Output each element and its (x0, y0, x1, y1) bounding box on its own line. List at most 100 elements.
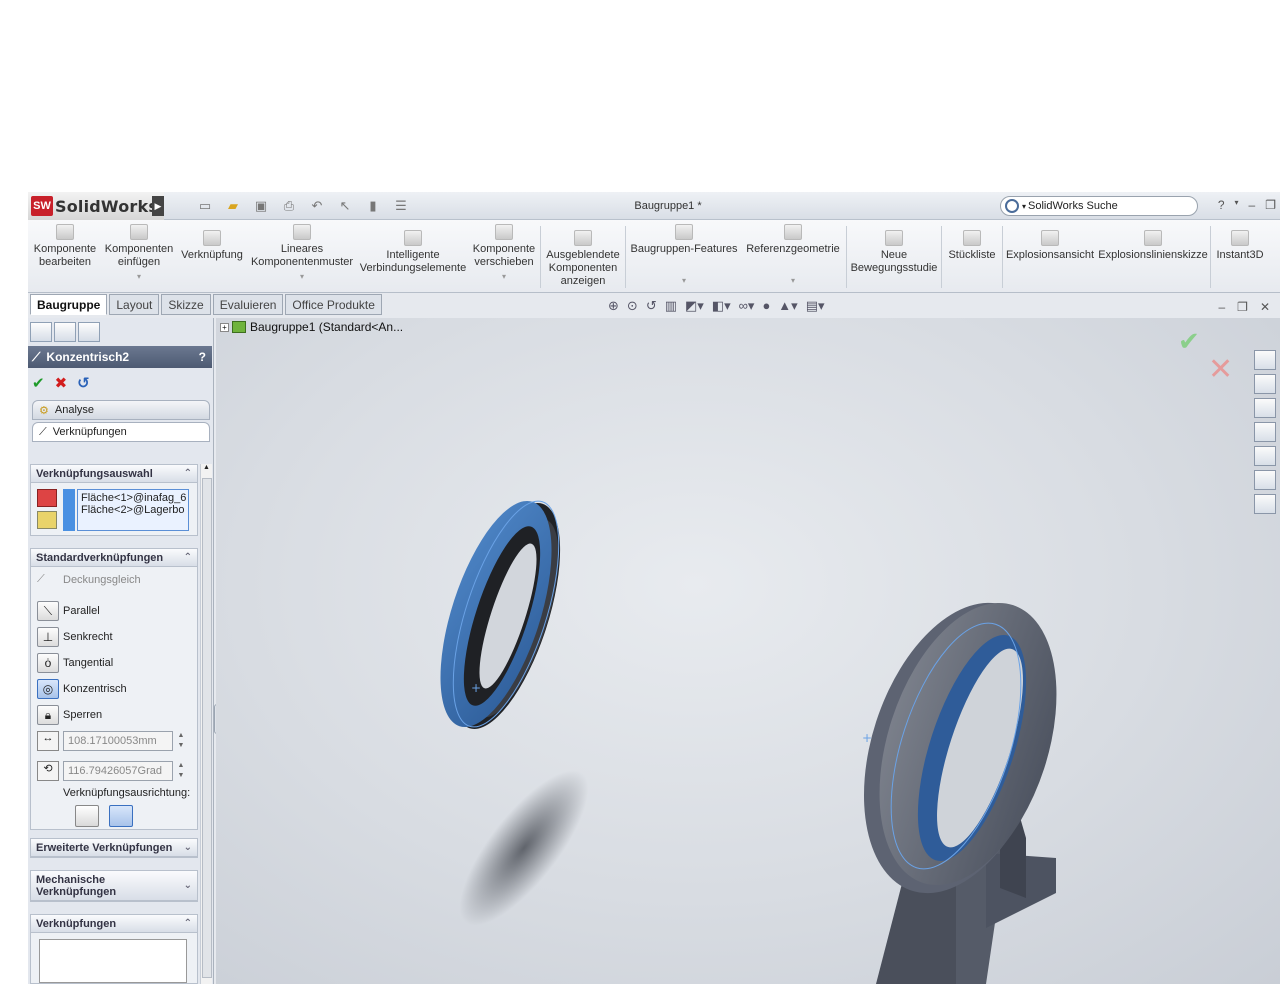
mate-parallel[interactable]: ⟍ Parallel (37, 601, 100, 621)
menu-flyout-icon[interactable]: ▶ (152, 196, 164, 216)
dropdown-icon[interactable]: ▾ (250, 270, 354, 283)
ribbon-button-4[interactable]: Intelligente Verbindungselemente (358, 230, 468, 275)
collapse-chevron-icon[interactable]: ⌃ (184, 918, 192, 929)
design-library-icon[interactable] (1254, 374, 1276, 394)
bearing-part[interactable]: + (418, 488, 583, 741)
file-explorer-icon[interactable] (1254, 398, 1276, 418)
zoom-to-fit-icon[interactable]: ⊕ (608, 298, 619, 314)
section-header[interactable]: Standardverknüpfungen ⌃ (31, 549, 197, 567)
feature-tree-flyout[interactable]: + Baugruppe1 (Standard<An... (220, 320, 403, 334)
tree-root-label[interactable]: Baugruppe1 (Standard<An... (250, 320, 403, 334)
help-icon[interactable]: ? (199, 350, 206, 364)
ribbon-button-9[interactable]: Neue Bewegungsstudie (850, 230, 938, 275)
help-dropdown-icon[interactable]: ▾ (1235, 198, 1239, 212)
angle-value-field[interactable]: 116.79426057Grad (63, 761, 173, 781)
ribbon-button-0[interactable]: Komponente bearbeiten (32, 224, 98, 269)
selection-item[interactable]: Fläche<2>@Lagerbo (81, 504, 185, 516)
print-icon[interactable]: ⎙ (278, 198, 300, 214)
edit-appearance-icon[interactable]: ● (762, 298, 770, 314)
hide-show-items-icon[interactable]: ∞▾ (739, 298, 755, 314)
property-manager-tab-icon[interactable] (54, 322, 76, 342)
confirm-ok-icon[interactable]: ✔ (1178, 326, 1200, 357)
dropdown-icon[interactable]: ▾ (744, 274, 842, 287)
view-palette-icon[interactable] (1254, 446, 1276, 466)
configuration-manager-tab-icon[interactable] (78, 322, 100, 342)
search-input[interactable]: ▾ SolidWorks Suche (1000, 196, 1198, 216)
ok-check-icon[interactable]: ✔ (32, 374, 45, 392)
scrollbar-thumb[interactable] (202, 478, 212, 978)
mate-selection-list[interactable]: Fläche<1>@inafag_6 Fläche<2>@Lagerbo (77, 489, 189, 531)
aligned-icon[interactable] (75, 805, 99, 827)
ribbon-button-7[interactable]: Baugruppen-Features ▾ (630, 224, 738, 287)
feature-manager-tab-icon[interactable] (30, 322, 52, 342)
apply-scene-icon[interactable]: ▲▾ (778, 298, 797, 314)
solidworks-logo[interactable]: SW SolidWorks (28, 192, 164, 220)
restore-icon[interactable]: ❐ (1265, 198, 1276, 212)
subtab-analyse[interactable]: ⚙ Analyse (32, 400, 210, 420)
appearances-icon[interactable] (1254, 470, 1276, 490)
undo-icon[interactable]: ↺ (77, 374, 90, 392)
viewport-restore-icon[interactable]: ❐ (1237, 300, 1248, 314)
select-icon[interactable]: ↖ (334, 198, 356, 214)
undo-icon[interactable]: ↶ (306, 198, 328, 214)
section-header[interactable]: Verknüpfungsauswahl ⌃ (31, 465, 197, 483)
search-dropdown-icon[interactable]: ▾ (1022, 202, 1026, 211)
selection-item[interactable]: Fläche<1>@inafag_6 (81, 492, 186, 504)
dropdown-icon[interactable]: ▾ (100, 270, 178, 283)
confirm-cancel-icon[interactable]: ✕ (1208, 352, 1233, 387)
ribbon-button-3[interactable]: Lineares Komponentenmuster ▾ (250, 224, 354, 283)
open-folder-icon[interactable]: ▰ (222, 198, 244, 214)
ribbon-button-5[interactable]: Komponente verschieben ▾ (470, 224, 538, 283)
viewport-close-icon[interactable]: ✕ (1260, 300, 1270, 314)
angle-spinner-icon[interactable]: ▲ ▼ (175, 761, 187, 781)
tab-baugruppe[interactable]: Baugruppe (30, 294, 108, 315)
cancel-x-icon[interactable]: ✖ (55, 374, 68, 392)
options-icon[interactable]: ☰ (390, 198, 412, 214)
custom-properties-icon[interactable] (1254, 494, 1276, 514)
mate-lock[interactable]: 🔒︎ Sperren (37, 705, 102, 725)
ribbon-button-12[interactable]: Explosionslinienskizze (1098, 230, 1208, 262)
anti-aligned-icon[interactable] (109, 805, 133, 827)
mates-list-box[interactable] (39, 939, 187, 983)
ribbon-button-8[interactable]: Referenzgeometrie ▾ (744, 224, 842, 287)
mate-coincident[interactable]: ⟋ Deckungsgleich (37, 573, 141, 586)
help-icon[interactable]: ? (1218, 198, 1225, 212)
dropdown-icon[interactable]: ▾ (630, 274, 738, 287)
mate-perpendicular[interactable]: ⊥ Senkrecht (37, 627, 113, 647)
mate-pin-icon[interactable] (37, 511, 57, 529)
zoom-to-area-icon[interactable]: ⊙ (627, 298, 638, 314)
ribbon-button-6[interactable]: Ausgeblendete Komponenten anzeigen (544, 230, 622, 288)
section-header[interactable]: Erweiterte Verknüpfungen ⌄ (31, 839, 197, 857)
save-icon[interactable]: ▣ (250, 198, 272, 214)
minimize-icon[interactable]: – (1249, 198, 1256, 212)
property-manager-scrollbar[interactable]: ▲ (200, 464, 212, 984)
display-style-icon[interactable]: ◧▾ (712, 298, 731, 314)
collapse-chevron-icon[interactable]: ⌃ (184, 552, 192, 563)
ribbon-button-13[interactable]: Instant3D (1212, 230, 1268, 262)
mate-concentric[interactable]: ◎ Konzentrisch (37, 679, 127, 699)
ribbon-button-1[interactable]: Komponenten einfügen ▾ (100, 224, 178, 283)
section-header[interactable]: Mechanische Verknüpfungen ⌄ (31, 871, 197, 901)
ribbon-button-10[interactable]: Stückliste (944, 230, 1000, 262)
tab-office-produkte[interactable]: Office Produkte (285, 294, 382, 315)
collapse-chevron-icon[interactable]: ⌃ (184, 468, 192, 479)
bearing-housing-part[interactable]: + (830, 579, 1089, 984)
graphics-area[interactable]: + + + Baugruppe1 (Standard<An... ✔ ✕ (216, 318, 1280, 984)
home-icon[interactable] (1254, 350, 1276, 370)
view-settings-icon[interactable]: ▤▾ (806, 298, 825, 314)
previous-view-icon[interactable]: ↺ (646, 298, 657, 314)
tab-layout[interactable]: Layout (109, 294, 160, 315)
rebuild-icon[interactable]: ▮ (362, 198, 384, 214)
section-header[interactable]: Verknüpfungen ⌃ (31, 915, 197, 933)
section-view-icon[interactable]: ▥ (665, 298, 677, 314)
ribbon-button-11[interactable]: Explosionsansicht (1004, 230, 1096, 262)
search-results-icon[interactable] (1254, 422, 1276, 442)
expand-chevron-icon[interactable]: ⌄ (184, 880, 192, 892)
dropdown-icon[interactable]: ▾ (470, 270, 538, 283)
distance-spinner-icon[interactable]: ▲ ▼ (175, 731, 187, 751)
subtab-verknuepfungen[interactable]: ⟋ Verknüpfungen (32, 422, 210, 442)
distance-value-field[interactable]: 108.17100053mm (63, 731, 173, 751)
expand-plus-icon[interactable]: + (220, 322, 229, 332)
mate-tangent[interactable]: ȯ Tangential (37, 653, 113, 673)
view-orientation-icon[interactable]: ◩▾ (685, 298, 704, 314)
